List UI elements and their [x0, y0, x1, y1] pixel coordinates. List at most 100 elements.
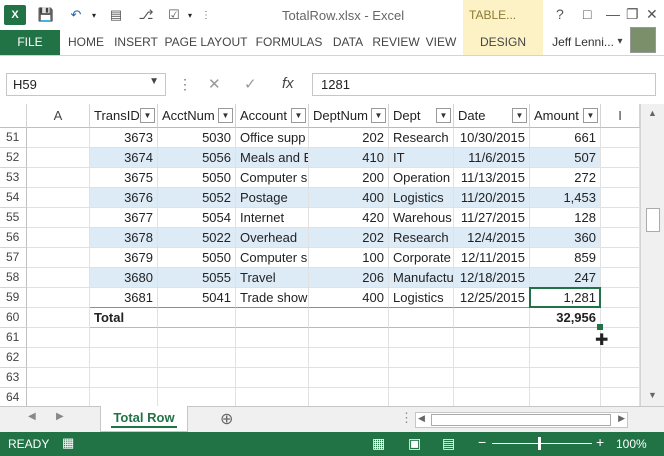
table-cell[interactable]: Research: [389, 128, 454, 148]
cell-a[interactable]: [27, 248, 90, 268]
table-cell[interactable]: 3677: [90, 208, 158, 228]
empty-cell[interactable]: [158, 388, 236, 406]
empty-cell[interactable]: [389, 348, 454, 368]
cancel-icon[interactable]: ✕: [208, 75, 221, 93]
cell-a[interactable]: [27, 348, 90, 368]
table-header-account[interactable]: Account ▼: [236, 104, 309, 128]
row-header[interactable]: 53: [0, 168, 27, 188]
table-cell[interactable]: Postage: [236, 188, 309, 208]
empty-cell[interactable]: [454, 368, 530, 388]
table-cell[interactable]: 661: [530, 128, 601, 148]
row-header[interactable]: 54: [0, 188, 27, 208]
vertical-scrollbar[interactable]: ▲ ▼: [640, 104, 664, 406]
column-header-i[interactable]: I: [601, 104, 640, 128]
zoom-level[interactable]: 100%: [616, 437, 647, 451]
cell-i[interactable]: [601, 308, 640, 328]
table-cell[interactable]: Corporate: [389, 248, 454, 268]
sheet-next-icon[interactable]: ▶: [56, 411, 64, 422]
save-icon[interactable]: 💾: [36, 5, 56, 25]
row-header[interactable]: 64: [0, 388, 27, 406]
filter-dropdown-icon[interactable]: ▼: [371, 108, 386, 123]
table-cell[interactable]: Meals and E: [236, 148, 309, 168]
table-header-acctnum[interactable]: AcctNum ▼: [158, 104, 236, 128]
table-cell[interactable]: Internet: [236, 208, 309, 228]
table-cell[interactable]: 206: [309, 268, 389, 288]
empty-cell[interactable]: [389, 368, 454, 388]
tab-design[interactable]: DESIGN: [463, 30, 543, 56]
row-header[interactable]: 60: [0, 308, 27, 328]
empty-cell[interactable]: [236, 328, 309, 348]
table-cell[interactable]: 10/30/2015: [454, 128, 530, 148]
user-dropdown-icon[interactable]: ▾: [614, 30, 626, 56]
table-cell[interactable]: Computer s: [236, 248, 309, 268]
cell-a[interactable]: [27, 188, 90, 208]
table-cell[interactable]: 3681: [90, 288, 158, 308]
tab-view[interactable]: VIEW: [422, 30, 460, 56]
cell-a[interactable]: [27, 208, 90, 228]
table-cell[interactable]: 5050: [158, 168, 236, 188]
cell-a[interactable]: [27, 228, 90, 248]
cell-a[interactable]: [27, 268, 90, 288]
table-header-transid[interactable]: TransID ▼: [90, 104, 158, 128]
row-header[interactable]: 51: [0, 128, 27, 148]
empty-cell[interactable]: [309, 328, 389, 348]
close-button[interactable]: ✕: [646, 6, 658, 23]
table-cell[interactable]: 400: [309, 288, 389, 308]
help-button[interactable]: ?: [556, 6, 564, 22]
empty-cell[interactable]: [454, 348, 530, 368]
table-cell[interactable]: 272: [530, 168, 601, 188]
table-cell[interactable]: Research: [389, 228, 454, 248]
cell-i[interactable]: [601, 148, 640, 168]
cell-i[interactable]: [601, 288, 640, 308]
user-name[interactable]: Jeff Lenni...: [548, 30, 618, 56]
empty-cell[interactable]: [236, 348, 309, 368]
table-cell[interactable]: 5055: [158, 268, 236, 288]
undo-icon[interactable]: ↶: [66, 5, 86, 25]
customize-qat-icon[interactable]: ⋮: [196, 5, 216, 25]
cell-a[interactable]: [27, 388, 90, 406]
table-cell[interactable]: 3678: [90, 228, 158, 248]
filter-dropdown-icon[interactable]: ▼: [436, 108, 451, 123]
total-label[interactable]: Total: [90, 308, 158, 328]
cell-a[interactable]: [27, 288, 90, 308]
table-cell[interactable]: Logistics: [389, 188, 454, 208]
undo-dropdown-icon[interactable]: ▾: [84, 5, 104, 25]
filter-dropdown-icon[interactable]: ▼: [140, 108, 155, 123]
restore-button[interactable]: ❐: [626, 6, 639, 23]
tab-page-layout[interactable]: PAGE LAYOUT: [162, 30, 250, 56]
total-amount[interactable]: 32,956: [530, 308, 601, 328]
macro-record-icon[interactable]: ▦: [62, 435, 74, 451]
row-header[interactable]: 56: [0, 228, 27, 248]
table-cell[interactable]: 12/11/2015: [454, 248, 530, 268]
cell-i[interactable]: [601, 188, 640, 208]
row-header[interactable]: 58: [0, 268, 27, 288]
empty-cell[interactable]: [158, 368, 236, 388]
ribbon-display-icon[interactable]: □: [583, 6, 591, 22]
empty-cell[interactable]: [389, 388, 454, 406]
table-cell[interactable]: Travel: [236, 268, 309, 288]
table-cell[interactable]: 5050: [158, 248, 236, 268]
tab-file[interactable]: FILE: [0, 30, 60, 56]
empty-cell[interactable]: [90, 328, 158, 348]
zoom-out-button[interactable]: −: [478, 434, 486, 450]
table-cell[interactable]: 3680: [90, 268, 158, 288]
table-cell[interactable]: 5052: [158, 188, 236, 208]
tab-split-icon[interactable]: ⋮: [400, 410, 413, 426]
table-cell[interactable]: Office supp: [236, 128, 309, 148]
table-cell[interactable]: 5056: [158, 148, 236, 168]
avatar[interactable]: [630, 27, 656, 53]
table-cell[interactable]: Operation: [389, 168, 454, 188]
zoom-slider-track[interactable]: [492, 443, 592, 444]
table-cell[interactable]: Manufactu: [389, 268, 454, 288]
empty-cell[interactable]: [530, 328, 601, 348]
page-layout-view-icon[interactable]: ▣: [408, 435, 421, 452]
empty-cell[interactable]: [309, 388, 389, 406]
table-cell[interactable]: 247: [530, 268, 601, 288]
table-cell[interactable]: Overhead: [236, 228, 309, 248]
total-cell[interactable]: [158, 308, 236, 328]
table-cell[interactable]: 859: [530, 248, 601, 268]
minimize-button[interactable]: —: [606, 6, 620, 22]
row-header[interactable]: 52: [0, 148, 27, 168]
table-cell[interactable]: 12/25/2015: [454, 288, 530, 308]
empty-cell[interactable]: [158, 348, 236, 368]
